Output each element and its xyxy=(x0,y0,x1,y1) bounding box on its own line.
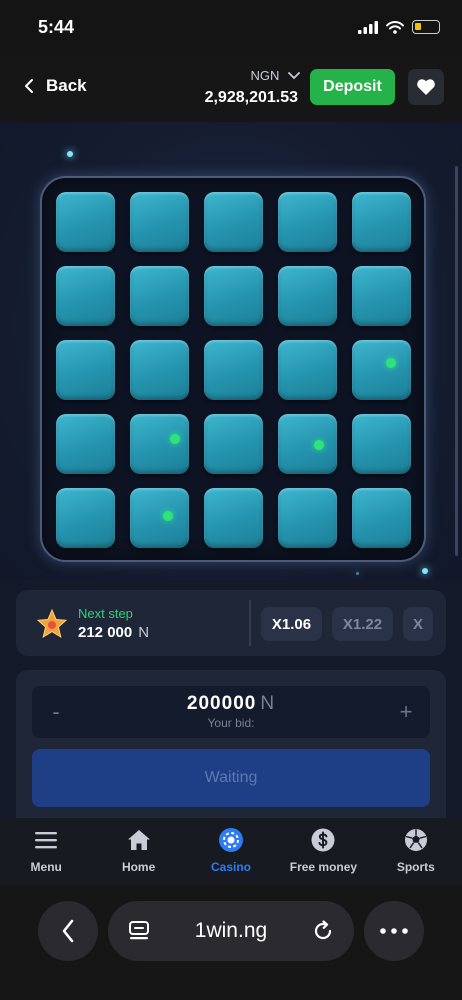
game-board xyxy=(40,176,426,562)
favorite-button[interactable] xyxy=(408,69,444,105)
status-bar: 5:44 xyxy=(0,0,462,56)
waiting-button[interactable]: Waiting xyxy=(32,749,430,807)
bid-value: 200000 xyxy=(186,693,257,714)
multiplier-chip[interactable]: X xyxy=(403,607,433,641)
currency-selector[interactable]: NGN xyxy=(196,68,300,83)
multiplier-chip[interactable]: X1.22 xyxy=(332,607,393,641)
game-tile[interactable] xyxy=(278,414,337,474)
nav-label: Menu xyxy=(30,860,62,874)
multiplier-chip-active[interactable]: X1.06 xyxy=(261,607,322,641)
divider xyxy=(249,600,251,646)
bottom-nav: Menu Home Casino Free money Sports xyxy=(0,818,462,886)
status-icons xyxy=(358,20,440,34)
nav-label: Sports xyxy=(396,860,435,874)
game-tile[interactable] xyxy=(204,340,263,400)
back-button[interactable]: Back xyxy=(24,76,87,96)
more-icon xyxy=(380,928,408,934)
game-tile[interactable] xyxy=(56,488,115,548)
deposit-button[interactable]: Deposit xyxy=(310,69,395,105)
top-bar: Back NGN 2,928,201.53 Deposit xyxy=(0,56,462,122)
currency-label: NGN xyxy=(250,68,280,83)
nav-label: Free money xyxy=(289,860,358,874)
more-button[interactable] xyxy=(364,901,424,961)
game-tile[interactable] xyxy=(56,414,115,474)
next-step-value: 212 000 xyxy=(78,624,133,641)
nav-item-free-money[interactable]: Free money xyxy=(277,818,369,886)
game-tile[interactable] xyxy=(130,488,189,548)
bid-label: Your bid: xyxy=(207,716,255,730)
browser-back-button[interactable] xyxy=(38,901,98,961)
soccer-ball-icon xyxy=(404,829,427,851)
game-tile[interactable] xyxy=(278,266,337,326)
chevron-left-icon xyxy=(62,919,74,943)
game-tile[interactable] xyxy=(204,192,263,252)
nav-label: Casino xyxy=(211,860,252,874)
reload-icon[interactable] xyxy=(312,920,334,942)
marker-dot xyxy=(314,440,324,450)
back-label: Back xyxy=(46,76,87,95)
bid-currency: N xyxy=(260,693,276,714)
bid-amount: 200000 N xyxy=(32,693,430,715)
next-step-currency: N xyxy=(138,624,150,641)
next-step-panel: Next step 212 000 N X1.06 X1.22 X xyxy=(16,590,446,656)
nav-item-menu[interactable]: Menu xyxy=(0,818,92,886)
game-tile[interactable] xyxy=(204,488,263,548)
game-tile[interactable] xyxy=(352,340,411,400)
battery-icon xyxy=(412,20,440,34)
browser-toolbar: 1win.ng xyxy=(0,886,462,1000)
bid-input[interactable]: - 200000 N Your bid: + xyxy=(32,686,430,738)
home-icon xyxy=(127,830,150,850)
game-tile[interactable] xyxy=(130,414,189,474)
status-time: 5:44 xyxy=(38,17,75,37)
game-tile[interactable] xyxy=(352,488,411,548)
signal-icon xyxy=(358,20,378,34)
game-tile[interactable] xyxy=(278,488,337,548)
game-tile[interactable] xyxy=(56,192,115,252)
increase-bid-button[interactable]: + xyxy=(382,686,430,738)
marker-dot xyxy=(386,358,396,368)
game-tile[interactable] xyxy=(204,266,263,326)
sparkle-decoration xyxy=(67,151,73,157)
nav-label: Home xyxy=(121,860,156,874)
game-area xyxy=(0,122,462,580)
heart-icon xyxy=(417,79,435,95)
game-tile[interactable] xyxy=(56,340,115,400)
chevron-down-icon xyxy=(288,72,300,80)
marker-dot xyxy=(170,434,180,444)
next-step-label: Next step xyxy=(78,606,133,621)
sparkle-decoration xyxy=(422,568,428,574)
scrollbar[interactable] xyxy=(455,166,458,556)
game-tile[interactable] xyxy=(204,414,263,474)
menu-icon xyxy=(35,832,58,849)
star-icon xyxy=(36,608,68,639)
game-tile[interactable] xyxy=(130,192,189,252)
address-bar[interactable]: 1win.ng xyxy=(108,901,354,961)
casino-icon xyxy=(219,828,244,852)
nav-item-casino[interactable]: Casino xyxy=(185,818,277,886)
marker-dot xyxy=(163,511,173,521)
game-tile[interactable] xyxy=(352,414,411,474)
game-tile[interactable] xyxy=(130,266,189,326)
game-tile[interactable] xyxy=(278,340,337,400)
balance-value: 2,928,201.53 xyxy=(204,89,298,106)
game-tile[interactable] xyxy=(56,266,115,326)
wifi-icon xyxy=(386,20,404,34)
game-tile[interactable] xyxy=(278,192,337,252)
game-tile[interactable] xyxy=(130,340,189,400)
bet-panel: - 200000 N Your bid: + Waiting xyxy=(16,670,446,818)
game-tile[interactable] xyxy=(352,192,411,252)
sparkle-decoration xyxy=(356,572,359,575)
nav-item-sports[interactable]: Sports xyxy=(370,818,462,886)
tile-grid xyxy=(56,192,411,548)
next-step-amount: 212 000 N xyxy=(78,624,149,641)
chevron-left-icon xyxy=(25,79,33,93)
nav-item-home[interactable]: Home xyxy=(92,818,184,886)
game-tile[interactable] xyxy=(352,266,411,326)
dollar-icon xyxy=(311,828,335,852)
